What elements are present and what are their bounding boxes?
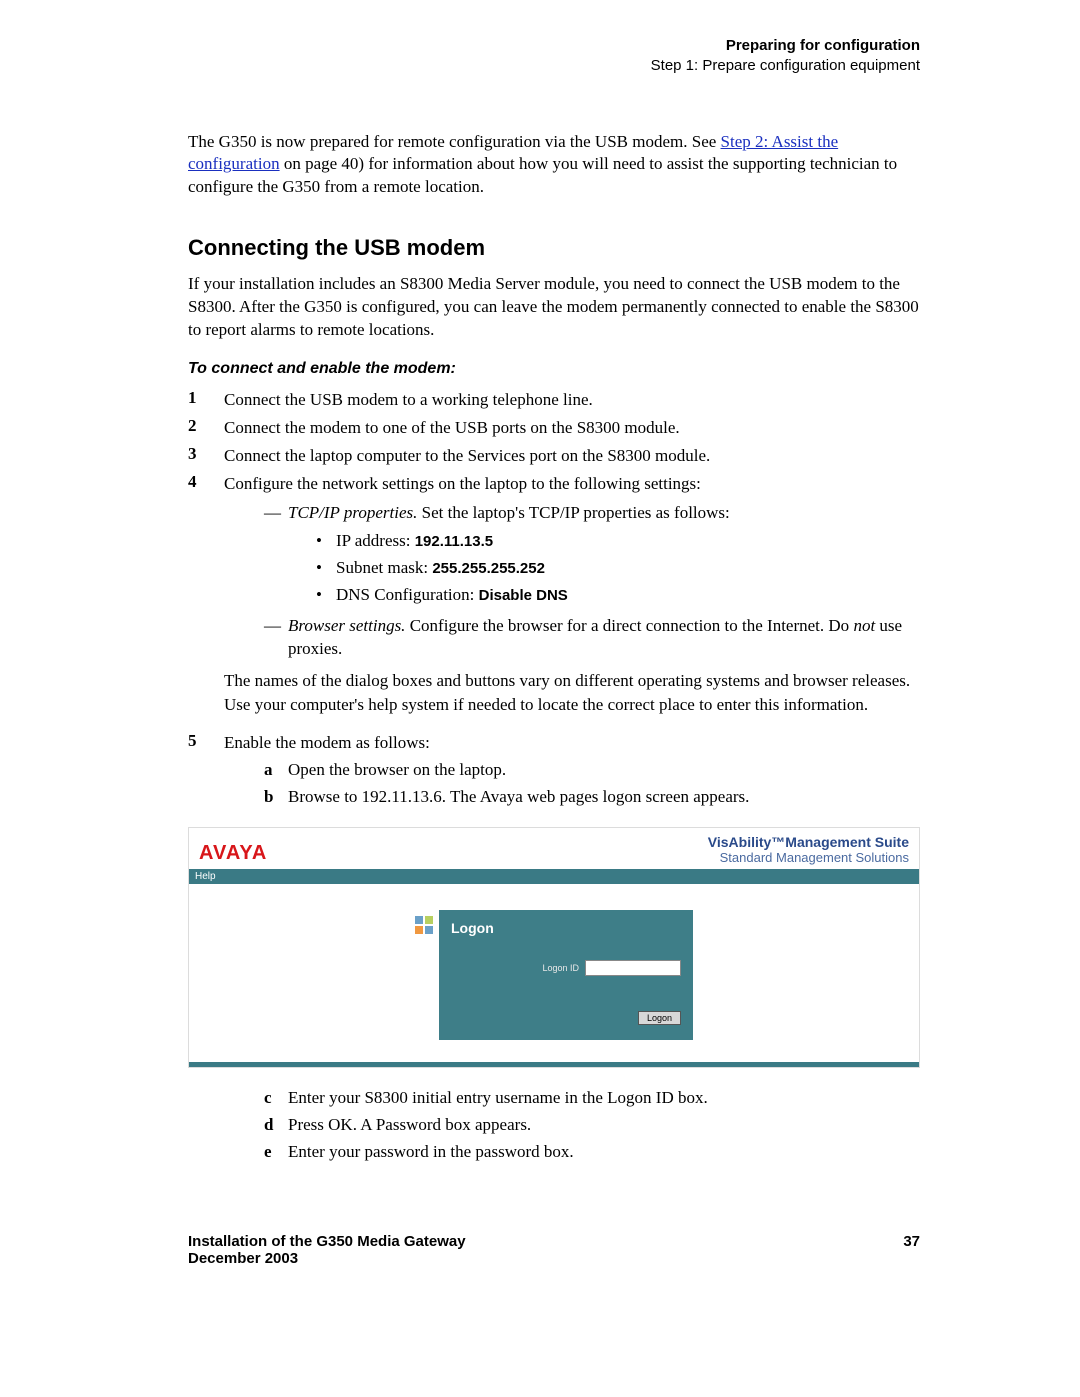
step-1: 1 Connect the USB modem to a working tel… (188, 388, 920, 412)
subnet-value: 255.255.255.252 (432, 560, 545, 577)
header-step: Step 1: Prepare configuration equipment (188, 56, 920, 76)
step-2: 2 Connect the modem to one of the USB po… (188, 416, 920, 440)
subnet-line: • Subnet mask: 255.255.255.252 (316, 556, 730, 580)
ip-address-line: • IP address: 192.11.13.5 (316, 529, 730, 553)
step-5d: d Press OK. A Password box appears. (264, 1113, 920, 1137)
tcpip-label: TCP/IP properties. (288, 503, 417, 522)
section-intro: If your installation includes an S8300 M… (188, 273, 920, 342)
running-header: Preparing for configuration Step 1: Prep… (188, 36, 920, 77)
dns-value: Disable DNS (479, 587, 568, 604)
browser-line: — Browser settings. Configure the browse… (264, 614, 920, 662)
avaya-logo: AVAYA (199, 842, 267, 865)
step-5b: b Browse to 192.11.13.6. The Avaya web p… (264, 785, 920, 809)
step-5-text: Enable the modem as follows: (224, 733, 430, 752)
dns-line: • DNS Configuration: Disable DNS (316, 583, 730, 607)
page-number: 37 (903, 1233, 920, 1267)
ip-address-value: 192.11.13.5 (415, 533, 493, 550)
help-menu[interactable]: Help (189, 869, 919, 884)
step-4-note: The names of the dialog boxes and button… (224, 669, 920, 717)
ordered-steps: 1 Connect the USB modem to a working tel… (188, 388, 920, 813)
screenshot-divider (189, 1062, 919, 1067)
logon-icon (415, 916, 433, 934)
footer-date: December 2003 (188, 1250, 466, 1267)
step-5a: a Open the browser on the laptop. (264, 758, 920, 782)
logon-screenshot: AVAYA VisAbility™Management Suite Standa… (188, 827, 920, 1068)
logon-id-input[interactable] (585, 960, 681, 976)
tcpip-line: — TCP/IP properties. Set the laptop's TC… (264, 501, 920, 610)
step-5: 5 Enable the modem as follows: a Open th… (188, 731, 920, 813)
step-5c: c Enter your S8300 initial entry usernam… (264, 1086, 920, 1110)
intro-paragraph: The G350 is now prepared for remote conf… (188, 131, 920, 200)
step-5e: e Enter your password in the password bo… (264, 1140, 920, 1164)
logon-id-label: Logon ID (542, 963, 579, 973)
step-4: 4 Configure the network settings on the … (188, 472, 920, 727)
browser-label: Browser settings. (288, 616, 405, 635)
footer-title: Installation of the G350 Media Gateway (188, 1233, 466, 1250)
logon-button[interactable]: Logon (638, 1011, 681, 1025)
logon-heading: Logon (451, 920, 681, 936)
header-section: Preparing for configuration (188, 36, 920, 56)
intro-post: on page 40) for information about how yo… (188, 154, 897, 196)
intro-pre: The G350 is now prepared for remote conf… (188, 132, 721, 151)
procedure-heading: To connect and enable the modem: (188, 360, 920, 378)
page-footer: Installation of the G350 Media Gateway D… (188, 1233, 920, 1267)
step-3: 3 Connect the laptop computer to the Ser… (188, 444, 920, 468)
step-4-text: Configure the network settings on the la… (224, 474, 701, 493)
suite-title: VisAbility™Management Suite Standard Man… (708, 834, 909, 865)
section-heading: Connecting the USB modem (188, 235, 920, 261)
logon-panel: Logon Logon ID Logon (439, 910, 693, 1040)
